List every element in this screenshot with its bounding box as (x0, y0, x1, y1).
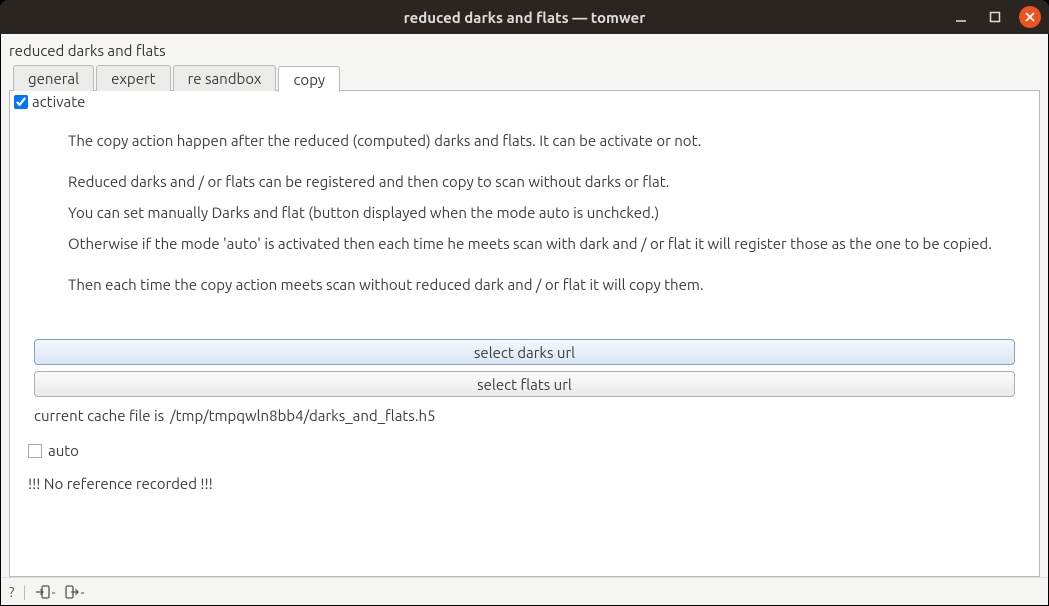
cache-file-row: current cache file is /tmp/tmpqwln8bb4/d… (10, 403, 1039, 428)
main-area: reduced darks and flats general expert r… (1, 34, 1048, 577)
close-button[interactable] (1019, 6, 1041, 28)
page-title: reduced darks and flats (9, 38, 1040, 65)
maximize-button[interactable] (985, 7, 1005, 27)
export-icon (64, 584, 80, 600)
desc-paragraph: Otherwise if the mode 'auto' is activate… (68, 233, 1001, 254)
minimize-button[interactable] (951, 7, 971, 27)
url-buttons: select darks url select flats url (10, 333, 1039, 403)
export-button[interactable]: - (64, 584, 85, 600)
window-body: reduced darks and flats general expert r… (0, 34, 1049, 606)
desc-paragraph: Then each time the copy action meets sca… (68, 274, 1001, 295)
select-flats-url-button[interactable]: select flats url (34, 371, 1015, 397)
export-suffix: - (81, 584, 85, 600)
titlebar: reduced darks and flats — tomwer (0, 0, 1049, 34)
auto-checkbox[interactable] (28, 444, 42, 458)
desc-paragraph: You can set manually Darks and flat (but… (68, 202, 1001, 223)
no-reference-text: !!! No reference recorded !!! (10, 465, 1039, 510)
app-window: reduced darks and flats — tomwer reduced… (0, 0, 1049, 606)
import-suffix: - (52, 584, 56, 600)
auto-row: auto (10, 428, 1039, 465)
tab-panel-copy: activate The copy action happen after th… (9, 90, 1040, 577)
select-darks-url-button[interactable]: select darks url (34, 339, 1015, 365)
help-button[interactable]: ? (9, 584, 14, 600)
auto-label: auto (48, 442, 79, 459)
bottom-toolbar: ? | - - (1, 577, 1048, 605)
tab-copy[interactable]: copy (278, 66, 340, 92)
activate-label: activate (32, 93, 85, 110)
activate-checkbox[interactable] (14, 95, 28, 109)
tab-bar: general expert re sandbox copy (9, 65, 1040, 91)
tab-expert[interactable]: expert (96, 65, 171, 91)
help-icon: ? (9, 584, 14, 600)
cache-file-label: current cache file is (34, 407, 164, 424)
separator: | (22, 583, 26, 600)
import-button[interactable]: - (35, 584, 56, 600)
desc-paragraph: Reduced darks and / or flats can be regi… (68, 171, 1001, 192)
description-block: The copy action happen after the reduced… (10, 112, 1039, 333)
cache-file-path: /tmp/tmpqwln8bb4/darks_and_flats.h5 (170, 407, 435, 424)
desc-paragraph: The copy action happen after the reduced… (68, 130, 1001, 151)
tab-re-sandbox[interactable]: re sandbox (173, 65, 277, 91)
window-title: reduced darks and flats — tomwer (404, 9, 646, 26)
window-controls (951, 0, 1041, 34)
tab-general[interactable]: general (13, 65, 94, 91)
activate-row: activate (10, 91, 1039, 112)
import-icon (35, 584, 51, 600)
